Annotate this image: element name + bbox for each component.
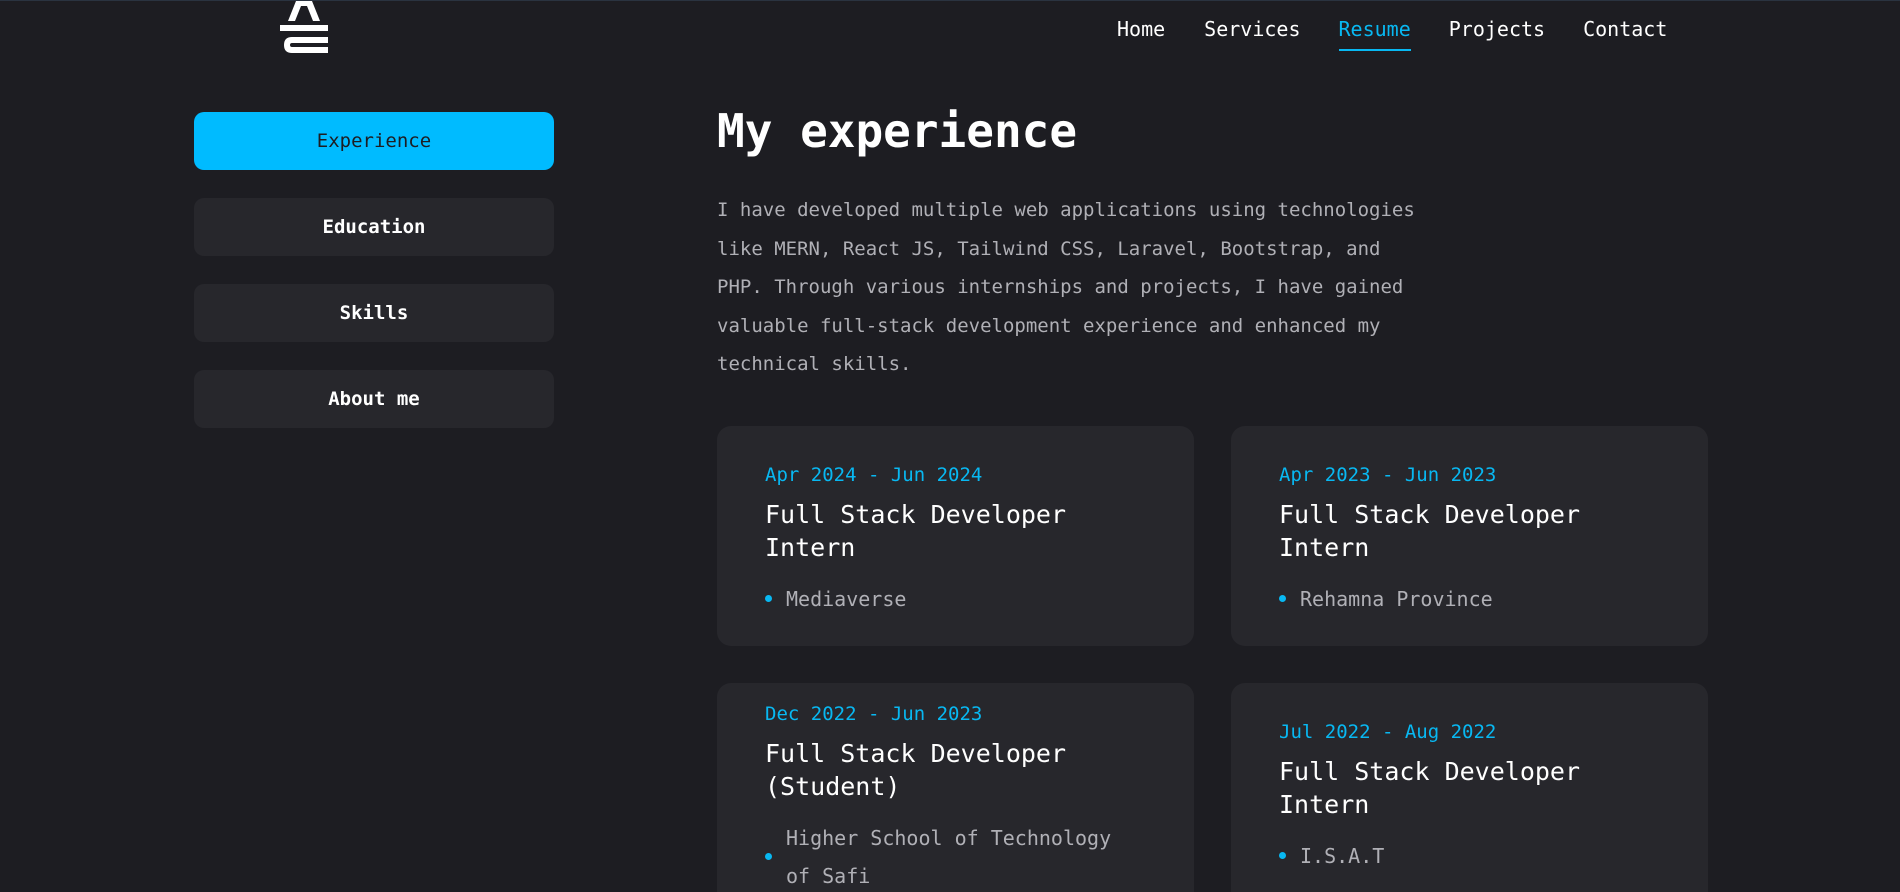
bullet-icon [765,853,772,860]
experience-grid: Apr 2024 - Jun 2024 Full Stack Developer… [717,425,1709,892]
experience-period: Dec 2022 - Jun 2023 [765,702,983,725]
experience-company-row: Mediaverse [765,580,1146,618]
experience-company: Mediaverse [786,586,907,611]
tab-skills[interactable]: Skills [194,284,554,342]
experience-card: Apr 2024 - Jun 2024 Full Stack Developer… [717,425,1194,646]
logo-icon[interactable] [278,1,330,63]
experience-role: Full Stack Developer Intern [1279,756,1581,819]
resume-sidebar: Experience Education Skills About me [194,112,554,456]
experience-company: I.S.A.T [1300,843,1385,868]
nav-projects[interactable]: Projects [1449,15,1545,51]
experience-role: Full Stack Developer (Student) [765,738,1067,801]
main-nav: Home Services Resume Projects Contact [1117,15,1667,51]
experience-period: Jul 2022 - Aug 2022 [1279,720,1497,743]
experience-period: Apr 2024 - Jun 2024 [765,463,983,486]
bullet-icon [765,595,772,602]
experience-section: My experience I have developed multiple … [717,101,1709,892]
experience-card: Apr 2023 - Jun 2023 Full Stack Developer… [1231,425,1708,646]
nav-resume[interactable]: Resume [1338,15,1412,51]
nav-services[interactable]: Services [1204,15,1300,51]
experience-company: Higher School of Technology of Safi [786,825,1112,888]
tab-about-me[interactable]: About me [194,370,554,428]
tab-education[interactable]: Education [194,198,554,256]
resume-page: Home Services Resume Projects Contact Ex… [0,0,1900,892]
experience-company: Rehamna Province [1300,586,1493,611]
experience-card: Dec 2022 - Jun 2023 Full Stack Developer… [717,682,1194,892]
experience-company-row: Rehamna Province [1279,580,1660,618]
experience-card: Jul 2022 - Aug 2022 Full Stack Developer… [1231,682,1708,892]
page-title: My experience [717,104,1078,158]
experience-company-row: I.S.A.T [1279,837,1660,875]
bullet-icon [1279,595,1286,602]
experience-role: Full Stack Developer Intern [1279,499,1581,562]
experience-description: I have developed multiple web applicatio… [717,199,1415,375]
nav-home[interactable]: Home [1117,15,1165,51]
experience-company-row: Higher School of Technology of Safi [765,819,1146,892]
tab-experience[interactable]: Experience [194,112,554,170]
experience-period: Apr 2023 - Jun 2023 [1279,463,1497,486]
bullet-icon [1279,852,1286,859]
nav-contact[interactable]: Contact [1583,15,1667,51]
experience-role: Full Stack Developer Intern [765,499,1067,562]
